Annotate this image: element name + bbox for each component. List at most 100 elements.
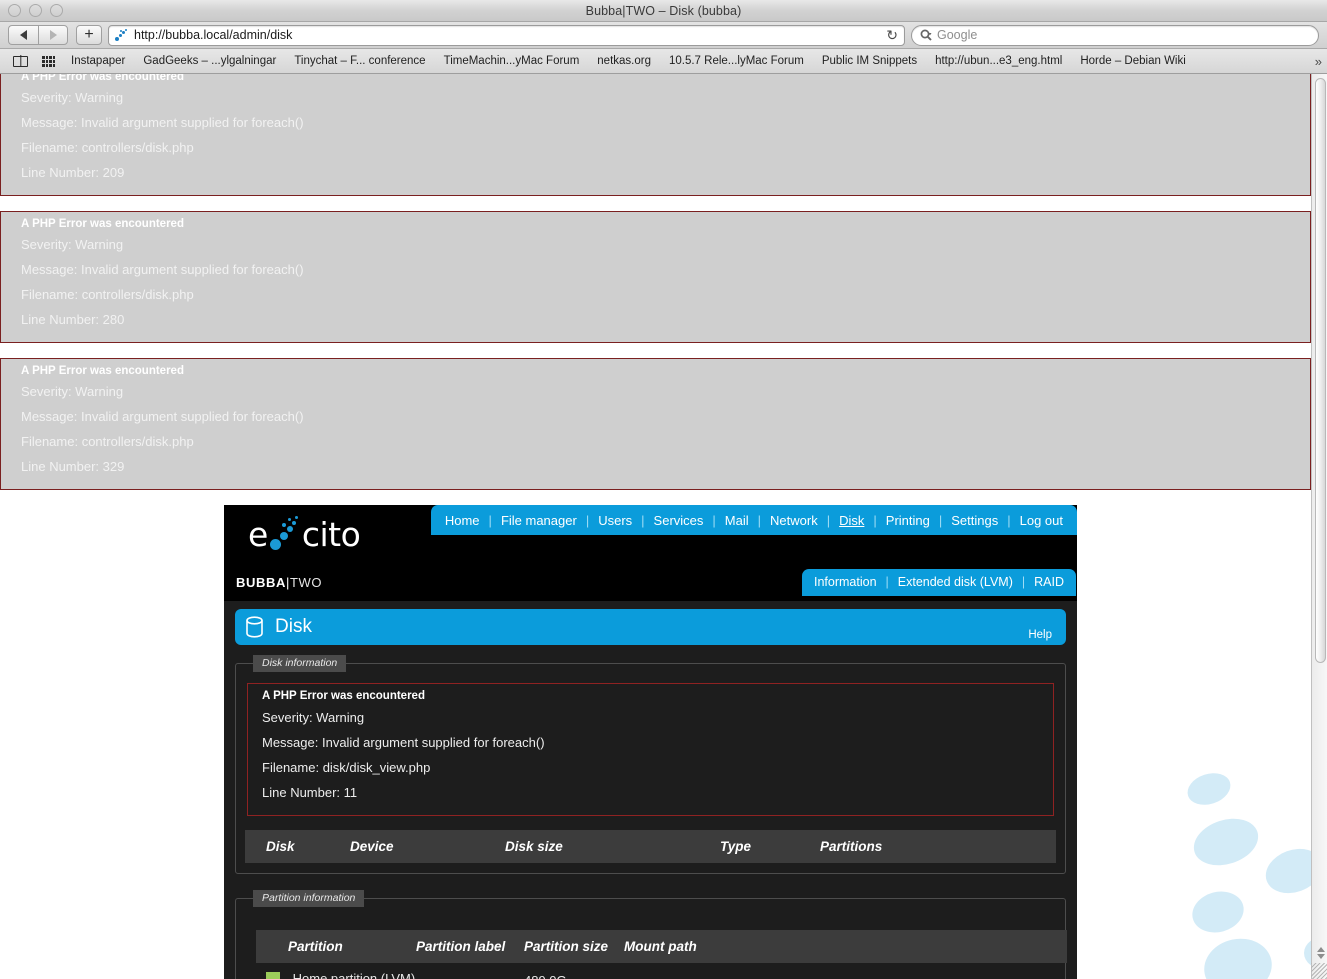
bookmark-item[interactable]: 10.5.7 Rele...lyMac Forum: [660, 49, 813, 73]
bookmark-item[interactable]: Instapaper: [62, 49, 134, 73]
window-resize-handle[interactable]: [1311, 963, 1327, 979]
excito-logo[interactable]: e cito: [248, 505, 361, 563]
app-subheader: BUBBA|TWO Information | Extended disk (L…: [224, 563, 1077, 601]
forward-arrow-icon: [49, 30, 57, 40]
column-partition-size[interactable]: Partition size: [524, 930, 624, 963]
nav-separator: |: [585, 512, 590, 528]
php-error-severity: Severity: Warning: [262, 710, 365, 725]
bookmarks-overflow-button[interactable]: »: [1315, 54, 1322, 69]
minimize-button[interactable]: [29, 4, 42, 17]
partition-label-cell: [416, 963, 524, 979]
scrollbar-thumb[interactable]: [1315, 78, 1326, 663]
column-disk-size[interactable]: Disk size: [505, 830, 720, 863]
zoom-button[interactable]: [50, 4, 63, 17]
nav-item-mail[interactable]: Mail: [725, 513, 749, 528]
php-error-line: Line Number: 11: [262, 785, 358, 800]
php-error-message: Message: Invalid argument supplied for f…: [21, 409, 304, 424]
partition-table-body: Home partition (LVM) 489.0G: [256, 963, 1067, 979]
partition-size-cell: 489.0G: [524, 963, 624, 979]
column-mount-path[interactable]: Mount path: [624, 930, 1067, 963]
search-field[interactable]: Google: [911, 24, 1319, 46]
nav-separator: |: [488, 512, 492, 528]
bubble-shape: [1198, 932, 1278, 979]
nav-item-home[interactable]: Home: [445, 513, 480, 528]
disk-table: Disk Device Disk size Type Partitions: [245, 830, 1056, 863]
forward-button[interactable]: [38, 25, 68, 45]
search-placeholder: Google: [937, 28, 978, 42]
nav-item-services[interactable]: Services: [654, 513, 704, 528]
new-tab-button[interactable]: +: [76, 25, 102, 45]
table-row[interactable]: Home partition (LVM) 489.0G: [256, 963, 1067, 979]
column-device[interactable]: Device: [350, 830, 505, 863]
bookmark-item[interactable]: GadGeeks – ...ylgalningar: [134, 49, 285, 73]
column-partition-label[interactable]: Partition label: [416, 930, 524, 963]
column-disk[interactable]: Disk: [245, 830, 350, 863]
nav-item-printing[interactable]: Printing: [886, 513, 930, 528]
php-error-line: Line Number: 329: [21, 459, 125, 474]
scroll-down-icon[interactable]: [1316, 954, 1325, 959]
scrollbar-arrows[interactable]: [1314, 945, 1327, 961]
page-viewport: A PHP Error was encountered Severity: Wa…: [0, 74, 1327, 979]
php-error-filename: Filename: disk/disk_view.php: [262, 760, 431, 775]
top-sites-button[interactable]: [35, 55, 62, 67]
column-partitions[interactable]: Partitions: [820, 830, 1056, 863]
php-error-banner: A PHP Error was encountered Severity: Wa…: [0, 358, 1311, 490]
bubble-shape: [1304, 936, 1311, 970]
page-title: Disk: [275, 616, 312, 637]
help-link[interactable]: Help: [1028, 629, 1052, 641]
back-arrow-icon: [20, 30, 27, 40]
address-bar[interactable]: http://bubba.local/admin/disk ↻: [108, 24, 905, 46]
nav-item-disk[interactable]: Disk: [839, 513, 864, 528]
browser-window: Bubba|TWO – Disk (bubba) + http://bubba.…: [0, 0, 1327, 979]
back-button[interactable]: [8, 25, 38, 45]
column-type[interactable]: Type: [720, 830, 820, 863]
book-icon: [13, 55, 28, 67]
close-button[interactable]: [8, 4, 21, 17]
bookmark-item[interactable]: netkas.org: [588, 49, 660, 73]
device-name: BUBBA|TWO: [236, 575, 322, 590]
php-error-filename: Filename: controllers/disk.php: [21, 287, 194, 302]
bookmark-item[interactable]: http://ubun...e3_eng.html: [926, 49, 1071, 73]
php-error-message: Message: Invalid argument supplied for f…: [21, 115, 304, 130]
disk-icon: [246, 616, 263, 638]
bookmark-item[interactable]: Public IM Snippets: [813, 49, 926, 73]
nav-item-log-out[interactable]: Log out: [1020, 513, 1063, 528]
page-content: Disk information A PHP Error was encount…: [224, 645, 1077, 979]
partition-mount-cell: [624, 963, 1067, 979]
subtab-raid[interactable]: RAID: [1034, 575, 1064, 589]
php-error-filename: Filename: controllers/disk.php: [21, 434, 194, 449]
disk-information-panel: Disk information A PHP Error was encount…: [235, 655, 1066, 874]
nav-item-network[interactable]: Network: [770, 513, 818, 528]
reading-list-button[interactable]: [6, 55, 35, 67]
subtab-separator: |: [1021, 575, 1026, 589]
partition-name-cell: Home partition (LVM): [256, 963, 416, 979]
bookmark-item[interactable]: TimeMachin...yMac Forum: [435, 49, 589, 73]
php-error-banner: A PHP Error was encountered Severity: Wa…: [0, 211, 1311, 343]
nav-item-settings[interactable]: Settings: [951, 513, 998, 528]
subtab-information[interactable]: Information: [814, 575, 877, 589]
php-error-heading: A PHP Error was encountered: [21, 218, 184, 230]
php-error-severity: Severity: Warning: [21, 237, 124, 252]
device-name-bold: BUBBA: [236, 574, 286, 590]
search-icon: [920, 29, 932, 41]
nav-item-users[interactable]: Users: [598, 513, 632, 528]
bookmark-item[interactable]: Horde – Debian Wiki: [1071, 49, 1194, 73]
subtab-extended-disk-lvm[interactable]: Extended disk (LVM): [898, 575, 1013, 589]
vertical-scrollbar[interactable]: [1311, 74, 1327, 979]
php-error-line: Line Number: 209: [21, 165, 125, 180]
nav-item-file-manager[interactable]: File manager: [501, 513, 577, 528]
bookmark-item[interactable]: Tinychat – F... conference: [285, 49, 434, 73]
scroll-up-icon[interactable]: [1316, 947, 1325, 952]
column-partition[interactable]: Partition: [256, 930, 416, 963]
nav-separator: |: [1007, 512, 1011, 528]
subtab-separator: |: [885, 575, 889, 589]
partition-information-panel: Partition information Partition Partitio…: [235, 890, 1067, 979]
partition-information-legend: Partition information: [253, 890, 365, 907]
logo-text-after: cito: [301, 514, 361, 554]
logo-text-before: e: [248, 514, 268, 554]
disk-information-legend: Disk information: [253, 655, 347, 672]
page-title-left: Disk: [245, 616, 312, 638]
bubble-shape: [1187, 810, 1265, 874]
reload-icon[interactable]: ↻: [886, 28, 898, 42]
php-error-severity: Severity: Warning: [21, 90, 124, 105]
